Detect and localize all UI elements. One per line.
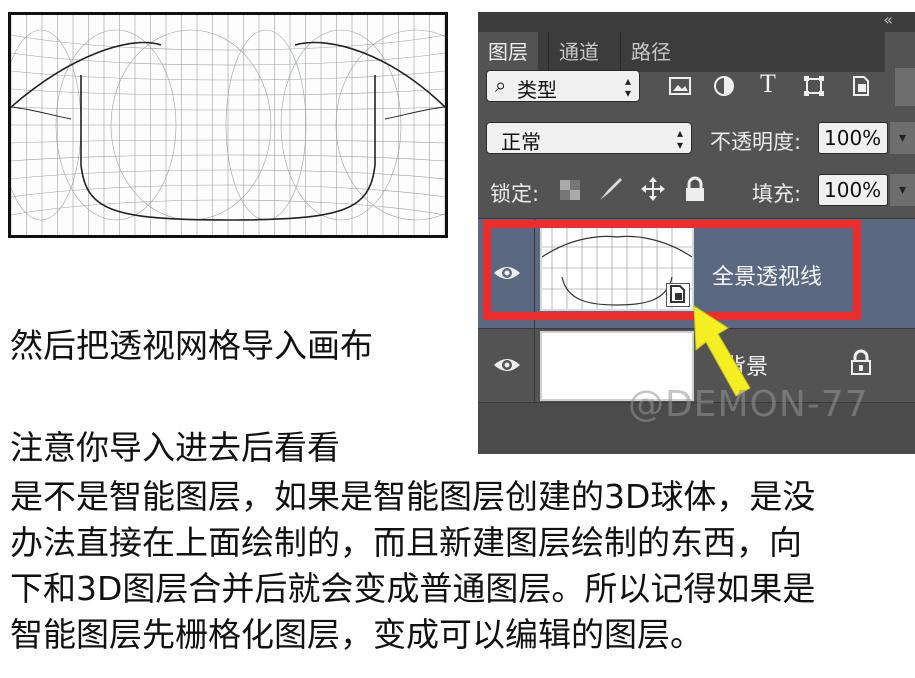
search-icon: ⌕ bbox=[495, 73, 507, 97]
perspective-grid-image bbox=[11, 15, 445, 235]
tab-layers[interactable]: 图层 bbox=[478, 32, 538, 72]
fill-label: 填充: bbox=[752, 182, 802, 206]
blend-mode-select[interactable]: 正常 ▴ ▾ bbox=[486, 122, 692, 154]
paragraph-line: 下和3D图层合并后就会变成普通图层。所以记得如果是 bbox=[10, 569, 816, 608]
text-filter-icon[interactable]: T bbox=[754, 69, 782, 98]
row-divider bbox=[534, 329, 535, 403]
fill-input[interactable]: 100% bbox=[818, 174, 888, 206]
eye-icon[interactable] bbox=[492, 355, 522, 375]
panel-title-bar: « bbox=[478, 12, 915, 32]
paragraph-line: 智能图层先栅格化图层，变成可以编辑的图层。 bbox=[10, 615, 703, 654]
blend-mode-value: 正常 bbox=[501, 130, 541, 154]
adjustment-filter-icon[interactable] bbox=[710, 72, 738, 100]
select-arrows-icon: ▴ ▾ bbox=[624, 74, 631, 100]
lock-image-pixels-icon[interactable] bbox=[596, 176, 624, 202]
caption-check-after-import: 注意你导入进去后看看 bbox=[10, 428, 340, 467]
opacity-value: 100% bbox=[824, 126, 882, 150]
explanation-paragraph: 是不是智能图层，如果是智能图层创建的3D球体，是没 办法直接在上面绘制的，而且新… bbox=[10, 474, 910, 658]
lock-transparent-pixels-icon[interactable] bbox=[560, 180, 580, 200]
opacity-dropdown-icon[interactable]: ▾ bbox=[890, 122, 915, 154]
lock-label: 锁定: bbox=[490, 182, 540, 206]
opacity-input[interactable]: 100% bbox=[818, 122, 888, 154]
scrollbar-track[interactable] bbox=[895, 68, 915, 106]
watermark: @DEMON-77 bbox=[628, 384, 869, 425]
paragraph-line: 办法直接在上面绘制的，而且新建图层绘制的东西，向 bbox=[10, 523, 802, 562]
select-arrows-icon: ▴ ▾ bbox=[676, 126, 683, 152]
tab-paths[interactable]: 路径 bbox=[620, 32, 681, 72]
panorama-grid-preview bbox=[8, 12, 448, 238]
collapse-panel-icon[interactable]: « bbox=[883, 12, 893, 29]
paragraph-line: 是不是智能图层，如果是智能图层创建的3D球体，是没 bbox=[10, 477, 816, 516]
filter-type-value: 类型 bbox=[517, 78, 557, 102]
shape-filter-icon[interactable] bbox=[800, 72, 828, 100]
lock-all-icon[interactable] bbox=[684, 176, 706, 202]
panel-menu-area bbox=[885, 32, 915, 72]
filter-type-select[interactable]: ⌕ 类型 ▴ ▾ bbox=[486, 70, 640, 102]
panel-tabs: 图层 通道 路径 bbox=[478, 32, 915, 72]
opacity-label: 不透明度: bbox=[710, 130, 802, 154]
fill-value: 100% bbox=[824, 178, 882, 202]
caption-import-grid: 然后把透视网格导入画布 bbox=[10, 326, 373, 365]
lock-position-icon[interactable] bbox=[640, 176, 666, 202]
fill-dropdown-icon[interactable]: ▾ bbox=[890, 174, 915, 206]
tab-channels[interactable]: 通道 bbox=[548, 32, 609, 72]
smart-object-filter-icon[interactable] bbox=[846, 72, 874, 100]
image-filter-icon[interactable] bbox=[666, 72, 694, 100]
lock-icon bbox=[850, 349, 872, 375]
highlight-box bbox=[483, 220, 861, 320]
